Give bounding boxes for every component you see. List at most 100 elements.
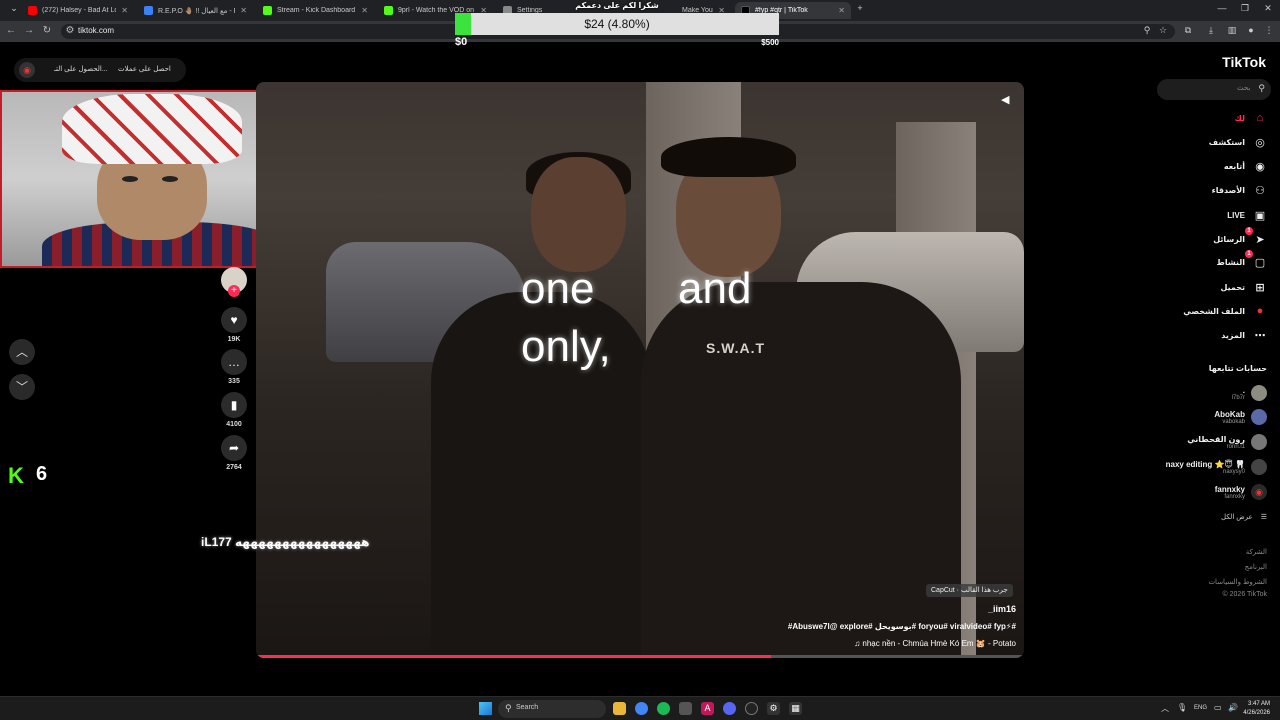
chrome-icon[interactable] xyxy=(635,702,648,715)
app-icon[interactable]: A xyxy=(701,702,714,715)
following-account[interactable]: fannxky fannxky ◉ xyxy=(1215,484,1267,500)
comment-action[interactable]: … 335 xyxy=(220,349,248,385)
video-description[interactable]: #Abuswe7l@ explore# بوسويحل# foryou# vir… xyxy=(788,622,1016,631)
window-close-icon[interactable]: ✕ xyxy=(1257,3,1279,14)
messages-icon: ➤ xyxy=(1255,233,1265,246)
store-icon[interactable] xyxy=(679,702,692,715)
coins-promo-pill[interactable]: ◉ الحصول على التـ... احصل على عملات xyxy=(14,58,186,82)
spotify-icon[interactable] xyxy=(657,702,670,715)
search-input[interactable]: بحث ⚲ xyxy=(1157,79,1271,100)
video-progress-fill xyxy=(256,655,771,658)
sidebar-icon[interactable]: ▥ xyxy=(1225,25,1239,36)
tiktok-video-player[interactable]: S.W.A.T one and only, ◀︎ CapCut · جرب هذ… xyxy=(256,82,1024,658)
footer-program[interactable]: البرنامج xyxy=(1245,563,1267,571)
video-progress-bar[interactable] xyxy=(256,655,1024,658)
activity-icon: ▢ xyxy=(1254,256,1266,269)
following-account[interactable]: AboKab vabokab xyxy=(1214,409,1267,425)
kick-viewer-count: 6 xyxy=(36,463,48,485)
nav-upload[interactable]: تحميل ⊞ xyxy=(1220,279,1267,295)
webcam-eye xyxy=(162,176,178,182)
following-account[interactable]: . l7b7r xyxy=(1232,385,1267,401)
heart-icon[interactable]: ♥ xyxy=(221,307,247,333)
capcut-template-badge[interactable]: CapCut · جرب هذا القالب xyxy=(926,584,1013,597)
see-all-label: عرض الكل xyxy=(1221,514,1253,521)
following-account[interactable]: naxy editing ⭐😇 🦷 naxysy0 xyxy=(1166,459,1267,475)
bookmark-star-icon[interactable]: ☆ xyxy=(1156,25,1170,36)
profile-avatar-icon[interactable]: ● xyxy=(1244,25,1258,35)
video-person-hair xyxy=(661,137,796,177)
avatar xyxy=(1251,459,1267,475)
following-account[interactable]: رون القحطاني ronn.l1 xyxy=(1187,434,1267,450)
language-indicator[interactable]: ENG xyxy=(1194,705,1207,711)
follow-plus-icon[interactable]: + xyxy=(228,285,240,297)
tray-chevron-icon[interactable]: ︿ xyxy=(1161,703,1169,714)
obs-icon[interactable] xyxy=(745,702,758,715)
search-icon[interactable]: ⚲ xyxy=(1258,83,1265,94)
close-icon[interactable]: ✕ xyxy=(838,6,845,15)
get-app-link[interactable]: الحصول على التـ... xyxy=(54,65,108,73)
nav-friends[interactable]: الأصدقاء ⚇ xyxy=(1212,182,1267,198)
discord-icon[interactable] xyxy=(723,702,736,715)
video-lyric: one xyxy=(521,264,595,313)
share-icon[interactable]: ➦ xyxy=(221,435,247,461)
minimize-icon[interactable]: — xyxy=(1211,3,1233,13)
zoom-icon[interactable]: ⚲ xyxy=(1140,25,1154,36)
like-action[interactable]: ♥ 19K xyxy=(220,307,248,343)
tab-kick-dashboard[interactable]: Stream - Kick Dashboard ✕ xyxy=(257,2,374,19)
nav-for-you[interactable]: لك ⌂ xyxy=(1235,110,1267,126)
close-icon[interactable]: ✕ xyxy=(121,6,128,15)
share-action[interactable]: ➦ 2764 xyxy=(220,435,248,471)
steam-icon[interactable]: ⚙ xyxy=(767,702,780,715)
nav-more[interactable]: المزيد ⋯ xyxy=(1221,327,1267,343)
bookmark-icon[interactable]: ▮ xyxy=(221,392,247,418)
tiktok-logo[interactable]: TikTok xyxy=(1222,54,1266,70)
back-icon[interactable]: ← xyxy=(4,25,18,36)
close-icon[interactable]: ✕ xyxy=(361,6,368,15)
site-info-icon[interactable]: ⚙ xyxy=(63,25,77,36)
taskbar-clock[interactable]: 3:47 AM 4/26/2026 xyxy=(1243,700,1270,718)
menu-dots-icon[interactable]: ⋮ xyxy=(1262,25,1276,36)
tab-youtube[interactable]: (272) Halsey - Bad At Love ✕ xyxy=(22,2,134,19)
video-music[interactable]: ♫ nhạc nền - Chmúa Hmè Kó Em 🐹 - Potato xyxy=(854,639,1016,648)
maximize-icon[interactable]: ❐ xyxy=(1234,3,1256,14)
account-name: AboKab xyxy=(1214,409,1245,419)
nav-profile[interactable]: الملف الشخصي ● xyxy=(1183,303,1267,319)
footer-company[interactable]: الشركة xyxy=(1246,548,1267,556)
nav-following[interactable]: أتابعه ◉ xyxy=(1224,158,1267,174)
save-action[interactable]: ▮ 4100 xyxy=(220,392,248,428)
next-video-button[interactable]: ﹀ xyxy=(9,374,35,400)
notification-badge: 1 xyxy=(1245,227,1253,235)
nav-live[interactable]: LIVE ▣ xyxy=(1227,207,1267,223)
nav-explore[interactable]: استكشف ◎ xyxy=(1209,134,1267,150)
footer-terms[interactable]: الشروط والسياسات xyxy=(1208,578,1267,586)
extensions-icon[interactable]: ⧉ xyxy=(1181,25,1195,36)
taskbar-search[interactable]: ⚲ Search xyxy=(498,700,606,718)
share-count: 2764 xyxy=(226,464,242,471)
tab-label: (272) Halsey - Bad At Love xyxy=(42,7,116,14)
get-coins-link[interactable]: احصل على عملات xyxy=(118,65,171,73)
volume-icon[interactable]: ◀︎ xyxy=(1001,93,1009,106)
url-text[interactable]: tiktok.com xyxy=(78,26,114,35)
comment-icon[interactable]: … xyxy=(221,349,247,375)
windows-start-icon[interactable] xyxy=(479,702,492,715)
nav-messages[interactable]: الرسائل ➤ 1 xyxy=(1213,227,1267,247)
tiktok-profile-icon[interactable]: ◉ xyxy=(19,62,35,78)
donation-progress-bar: $24 (4.80%) xyxy=(455,13,779,35)
mic-icon[interactable]: 🎙 xyxy=(1177,703,1187,712)
new-tab-button[interactable]: + xyxy=(849,3,871,13)
previous-video-button[interactable]: ︿ xyxy=(9,339,35,365)
video-author[interactable]: _iim16 xyxy=(988,604,1016,614)
see-all-link[interactable]: عرض الكل ☰ xyxy=(1221,513,1267,521)
upload-icon: ⊞ xyxy=(1255,281,1265,294)
download-icon[interactable]: ⤓ xyxy=(1204,25,1218,36)
network-icon[interactable]: ▭ xyxy=(1214,703,1222,712)
volume-icon[interactable]: 🔊 xyxy=(1228,703,1238,712)
close-icon[interactable]: ✕ xyxy=(240,6,247,15)
app-icon[interactable]: ▦ xyxy=(789,702,802,715)
forward-icon[interactable]: → xyxy=(22,25,36,36)
file-explorer-icon[interactable] xyxy=(613,702,626,715)
tab-repo[interactable]: R.E.P.O 🤚🏽 !! مع العيال - Resi ✕ xyxy=(138,2,253,19)
nav-activity[interactable]: النشاط ▢ 1 xyxy=(1217,250,1267,270)
account-name: . xyxy=(1242,385,1245,395)
reload-icon[interactable]: ↻ xyxy=(40,25,54,36)
